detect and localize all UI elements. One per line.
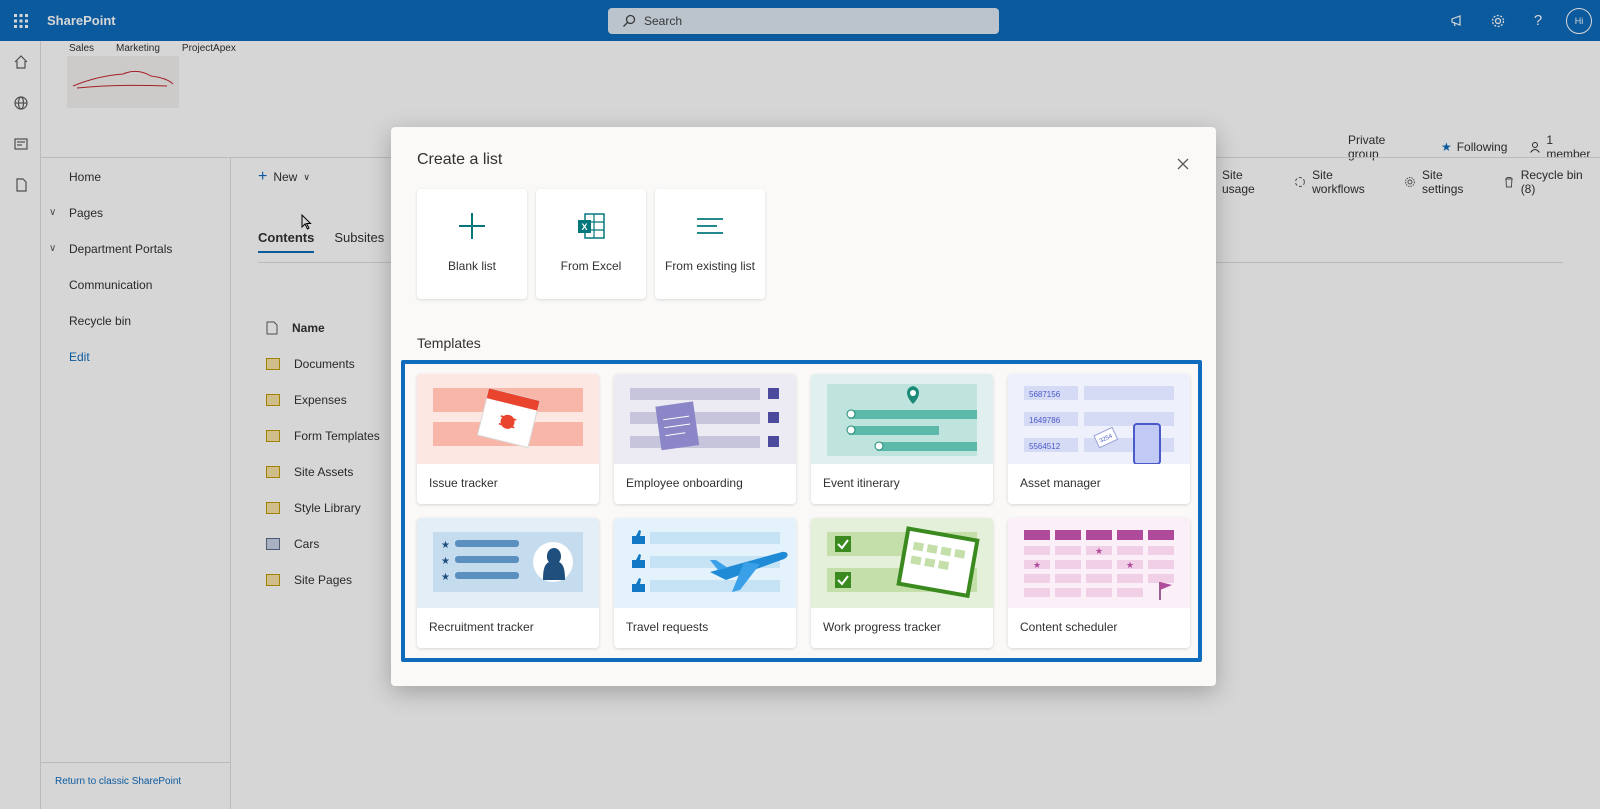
svg-text:1649786: 1649786 bbox=[1029, 416, 1061, 425]
template-label: Employee onboarding bbox=[626, 476, 743, 490]
template-travel-requests[interactable]: Travel requests bbox=[614, 518, 796, 648]
template-label: Issue tracker bbox=[429, 476, 498, 490]
template-label: Event itinerary bbox=[823, 476, 900, 490]
template-work-progress-tracker[interactable]: Work progress tracker bbox=[811, 518, 993, 648]
svg-text:5564512: 5564512 bbox=[1029, 442, 1061, 451]
svg-text:★: ★ bbox=[1095, 546, 1103, 556]
plus-icon bbox=[459, 213, 485, 239]
create-list-dialog: Create a list Blank list X From Excel Fr… bbox=[391, 127, 1216, 686]
template-event-itinerary[interactable]: Event itinerary bbox=[811, 374, 993, 504]
excel-icon: X bbox=[578, 213, 605, 239]
template-issue-tracker[interactable]: Issue tracker bbox=[417, 374, 599, 504]
templates-heading: Templates bbox=[417, 335, 481, 351]
calendar-grid-icon: ★ ★ ★ bbox=[1008, 518, 1190, 608]
svg-text:5687156: 5687156 bbox=[1029, 390, 1061, 399]
svg-text:X: X bbox=[581, 222, 587, 232]
close-icon[interactable] bbox=[1174, 155, 1192, 173]
svg-text:★: ★ bbox=[1033, 560, 1041, 570]
svg-text:★: ★ bbox=[1126, 560, 1134, 570]
card-label: From existing list bbox=[664, 259, 756, 273]
template-employee-onboarding[interactable]: Employee onboarding bbox=[614, 374, 796, 504]
from-excel-card[interactable]: X From Excel bbox=[536, 189, 646, 299]
bug-calendar-icon bbox=[417, 374, 599, 464]
template-label: Asset manager bbox=[1020, 476, 1101, 490]
svg-text:★: ★ bbox=[441, 572, 450, 583]
airplane-icon bbox=[614, 518, 796, 608]
template-recruitment-tracker[interactable]: ★ ★ ★ Recruitment tracker bbox=[417, 518, 599, 648]
blank-list-card[interactable]: Blank list bbox=[417, 189, 527, 299]
template-label: Recruitment tracker bbox=[429, 620, 534, 634]
clipboard-check-icon bbox=[614, 374, 796, 464]
svg-text:★: ★ bbox=[441, 556, 450, 567]
list-lines-icon bbox=[697, 218, 723, 234]
card-label: Blank list bbox=[447, 259, 497, 273]
progress-board-icon bbox=[811, 518, 993, 608]
map-pin-icon bbox=[811, 374, 993, 464]
template-label: Work progress tracker bbox=[823, 620, 941, 634]
template-label: Travel requests bbox=[626, 620, 709, 634]
template-asset-manager[interactable]: 5687156 1649786 5564512 3254 Asset manag… bbox=[1008, 374, 1190, 504]
card-label: From Excel bbox=[560, 259, 622, 273]
from-existing-list-card[interactable]: From existing list bbox=[655, 189, 765, 299]
phone-tag-icon: 5687156 1649786 5564512 3254 bbox=[1008, 374, 1190, 464]
person-profile-icon: ★ ★ ★ bbox=[417, 518, 599, 608]
template-content-scheduler[interactable]: ★ ★ ★ Content scheduler bbox=[1008, 518, 1190, 648]
template-label: Content scheduler bbox=[1020, 620, 1118, 634]
svg-text:★: ★ bbox=[441, 540, 450, 551]
templates-highlight: Issue tracker Employee onboarding Event … bbox=[401, 360, 1202, 662]
dialog-title: Create a list bbox=[417, 151, 503, 168]
